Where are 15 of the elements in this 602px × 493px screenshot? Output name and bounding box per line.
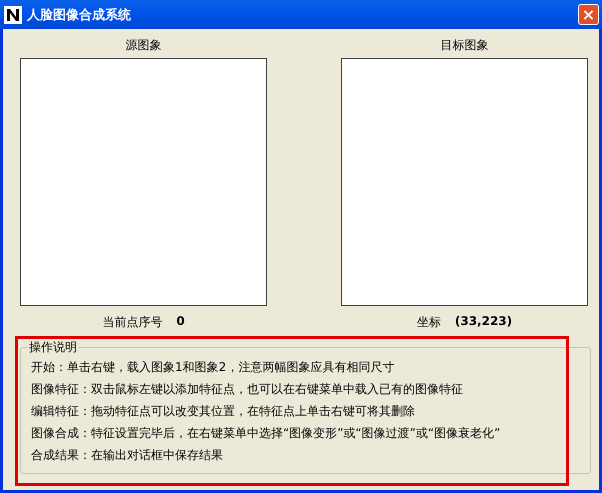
- status-label: 当前点序号: [102, 314, 162, 331]
- instruction-text: 合成结果：在输出对话框中保存结果: [31, 448, 224, 463]
- status-value: 0: [176, 314, 185, 330]
- status-label: 坐标: [416, 314, 441, 331]
- instruction-text: 图像合成：特征设置完毕后，在右键菜单中选择“图像变形”或“图像过渡”或“图像衰老化”: [31, 426, 502, 441]
- instruction-text: 编辑特征：拖动特征点可以改变其位置，在特征点上单击右键可将其删除: [31, 404, 416, 419]
- window-title: 人脸图像合成系统: [27, 6, 132, 24]
- instruction-text: 图像特征：双击鼠标左键以添加特征点，也可以在右键菜单中载入已有的图像特征: [31, 382, 464, 397]
- status-value: (33,223): [454, 314, 512, 330]
- panel-label: 源图象: [126, 37, 162, 54]
- app-icon: [4, 6, 22, 24]
- panel-label: 目标图象: [440, 37, 488, 54]
- close-button[interactable]: ×: [578, 4, 599, 25]
- instruction-text: 开始：单击右键，载入图象1和图象2，注意两幅图象应具有相同尺寸: [31, 360, 396, 375]
- group-title: 操作说明: [28, 339, 78, 356]
